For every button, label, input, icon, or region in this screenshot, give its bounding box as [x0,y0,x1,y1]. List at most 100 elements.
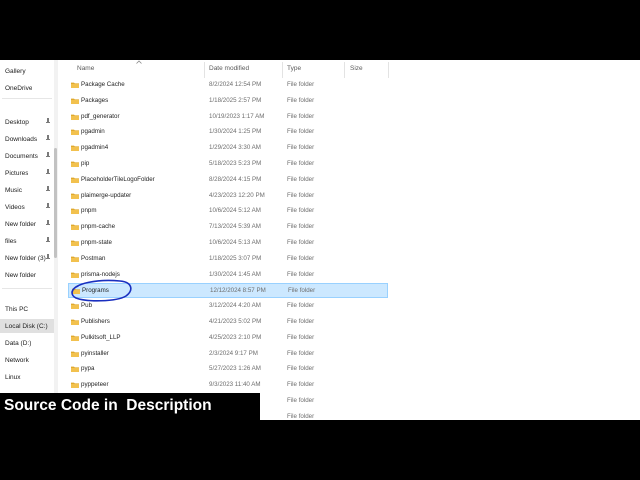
file-date-modified: 8/2/2024 12:54 PM [209,81,262,88]
file-type: File folder [287,160,315,167]
sidebar-item-label: New folder (3) [5,254,46,262]
file-type: File folder [287,239,315,246]
file-row[interactable]: Pub 3/12/2024 4:20 AM File folder [68,299,388,314]
column-header-name[interactable]: Name [77,65,94,72]
sidebar-item-gallery[interactable]: Gallery [0,64,54,78]
file-type: File folder [287,412,315,420]
file-row[interactable]: pypa 5/27/2023 1:26 AM File folder [68,362,388,377]
file-name: pypa [81,365,95,373]
sidebar-item-label: Desktop [5,118,29,126]
file-row[interactable]: prisma-nodejs 1/30/2024 1:45 AM File folde… [68,268,388,283]
file-type: File folder [288,287,316,295]
column-divider[interactable] [388,62,389,78]
file-date-modified: 3/12/2024 4:20 AM [209,302,261,310]
sidebar-item-files[interactable]: files [0,234,54,248]
file-type: File folder [287,333,315,341]
folder-icon [71,193,79,199]
file-row[interactable]: Pulkitsoft_LLP 4/25/2023 2:10 PM File fold… [68,331,388,346]
sidebar-item-this-pc[interactable]: This PC [0,302,54,316]
file-row[interactable]: pgadmin4 1/29/2024 3:30 AM File folder [68,141,388,156]
sidebar-item-videos[interactable]: Videos [0,200,54,214]
column-header-type[interactable]: Type [287,65,301,72]
sidebar-item-music[interactable]: Music [0,183,54,197]
folder-icon [71,272,79,278]
file-name: pgadmin [81,128,105,136]
file-list: Name Date modified Type Size Package Cac… [60,60,640,420]
sidebar-item-local-disk-c[interactable]: Local Disk (C:) [0,319,54,333]
file-row[interactable]: pip 5/18/2023 5:23 PM File folder [68,157,388,172]
sidebar-item-onedrive[interactable]: OneDrive [0,81,54,95]
file-row[interactable]: pyppeteer 9/3/2023 11:40 AM File folder [68,378,388,393]
pin-icon [46,118,50,124]
file-type: File folder [287,381,315,389]
column-header-date[interactable]: Date modified [209,65,249,72]
sidebar-item-data-d[interactable]: Data (D:) [0,336,54,350]
column-divider[interactable] [344,62,345,78]
folder-icon [71,177,79,183]
file-row[interactable]: pnpm-cache 7/13/2024 5:39 AM File folder [68,220,388,235]
file-name: pgadmin4 [81,144,109,152]
file-row[interactable]: Postman 1/18/2025 3:07 PM File folder [68,252,388,267]
folder-icon [71,382,79,389]
sidebar-item-label: Gallery [5,67,26,75]
file-row[interactable]: Package Cache 8/2/2024 12:54 PM File folde… [68,78,388,93]
file-name: pip [81,160,90,167]
file-date-modified: 8/28/2024 4:15 PM [209,175,262,183]
file-name: pyinstaller [81,349,109,357]
caption-text: Source Code in Description [4,397,212,414]
file-row[interactable]: pgadmin 1/30/2024 1:25 PM File folder [68,125,388,140]
file-name: Pub [81,302,93,310]
file-date-modified: 10/6/2024 5:13 AM [209,239,261,246]
sidebar-item-network[interactable]: Network [0,353,54,367]
sidebar-item-label: New folder [5,220,37,228]
sidebar-item-desktop[interactable]: Desktop [0,115,54,129]
sidebar-item-label: Local Disk (C:) [5,322,48,330]
pin-icon [46,254,50,260]
file-row[interactable]: Packages 1/18/2025 2:57 PM File folder [68,94,388,109]
sidebar-item-downloads[interactable]: Downloads [0,132,54,146]
folder-icon [71,366,79,373]
file-name: prisma-nodejs [81,270,120,278]
column-divider[interactable] [282,62,283,78]
folder-icon [71,145,79,152]
sidebar-item-new-folder-3[interactable]: New folder (3) [0,251,54,265]
file-type: File folder [287,302,315,310]
file-type: File folder [287,81,315,88]
sidebar-item-documents[interactable]: Documents [0,149,54,163]
file-type: File folder [287,270,315,278]
sidebar-item-linux[interactable]: Linux [0,370,54,384]
file-type: File folder [287,128,315,136]
file-name: Postman [81,254,106,262]
file-row[interactable]: PlaceholderTileLogoFolder 8/28/2024 4:15 … [68,173,388,188]
file-name: pyppeteer [81,381,109,389]
folder-icon [71,240,79,246]
file-row[interactable]: pyinstaller 2/3/2024 9:17 PM File folder [68,347,388,362]
folder-icon [71,82,79,88]
file-row[interactable]: pnpm 10/6/2024 5:12 AM File folder [68,204,388,219]
sidebar-item-new-folder[interactable]: New folder [0,268,54,282]
pin-icon [46,203,50,209]
sidebar-item-label: OneDrive [5,84,33,92]
file-row[interactable]: pnpm-state 10/6/2024 5:13 AM File folder [68,236,388,251]
file-name: Packages [81,96,109,104]
file-date-modified: 1/18/2025 2:57 PM [209,96,262,104]
sidebar-item-new-folder[interactable]: New folder [0,217,54,231]
file-date-modified: 10/6/2024 5:12 AM [209,207,261,215]
file-name: Pulkitsoft_LLP [81,333,121,341]
folder-icon [71,114,79,120]
file-type: File folder [287,223,315,231]
file-type: File folder [287,349,315,357]
file-row[interactable]: Programs 12/12/2024 8:57 PM File folder [68,283,388,299]
pin-icon [46,169,50,175]
file-type: File folder [287,318,315,325]
navigation-divider [2,288,52,289]
file-row[interactable]: Publishers 4/21/2023 5:02 PM File folder [68,315,388,330]
sidebar-item-pictures[interactable]: Pictures [0,166,54,180]
column-divider[interactable] [204,62,205,78]
file-row[interactable]: pdf_generator 10/19/2023 1:17 AM File fold… [68,110,388,125]
navigation-scrollbar-thumb[interactable] [54,148,57,258]
file-row[interactable]: plaimerge-updater 4/23/2023 12:20 PM File … [68,189,388,204]
file-name: Publishers [81,318,110,325]
sidebar-item-label: Pictures [5,169,29,177]
column-header-size[interactable]: Size [350,65,363,72]
